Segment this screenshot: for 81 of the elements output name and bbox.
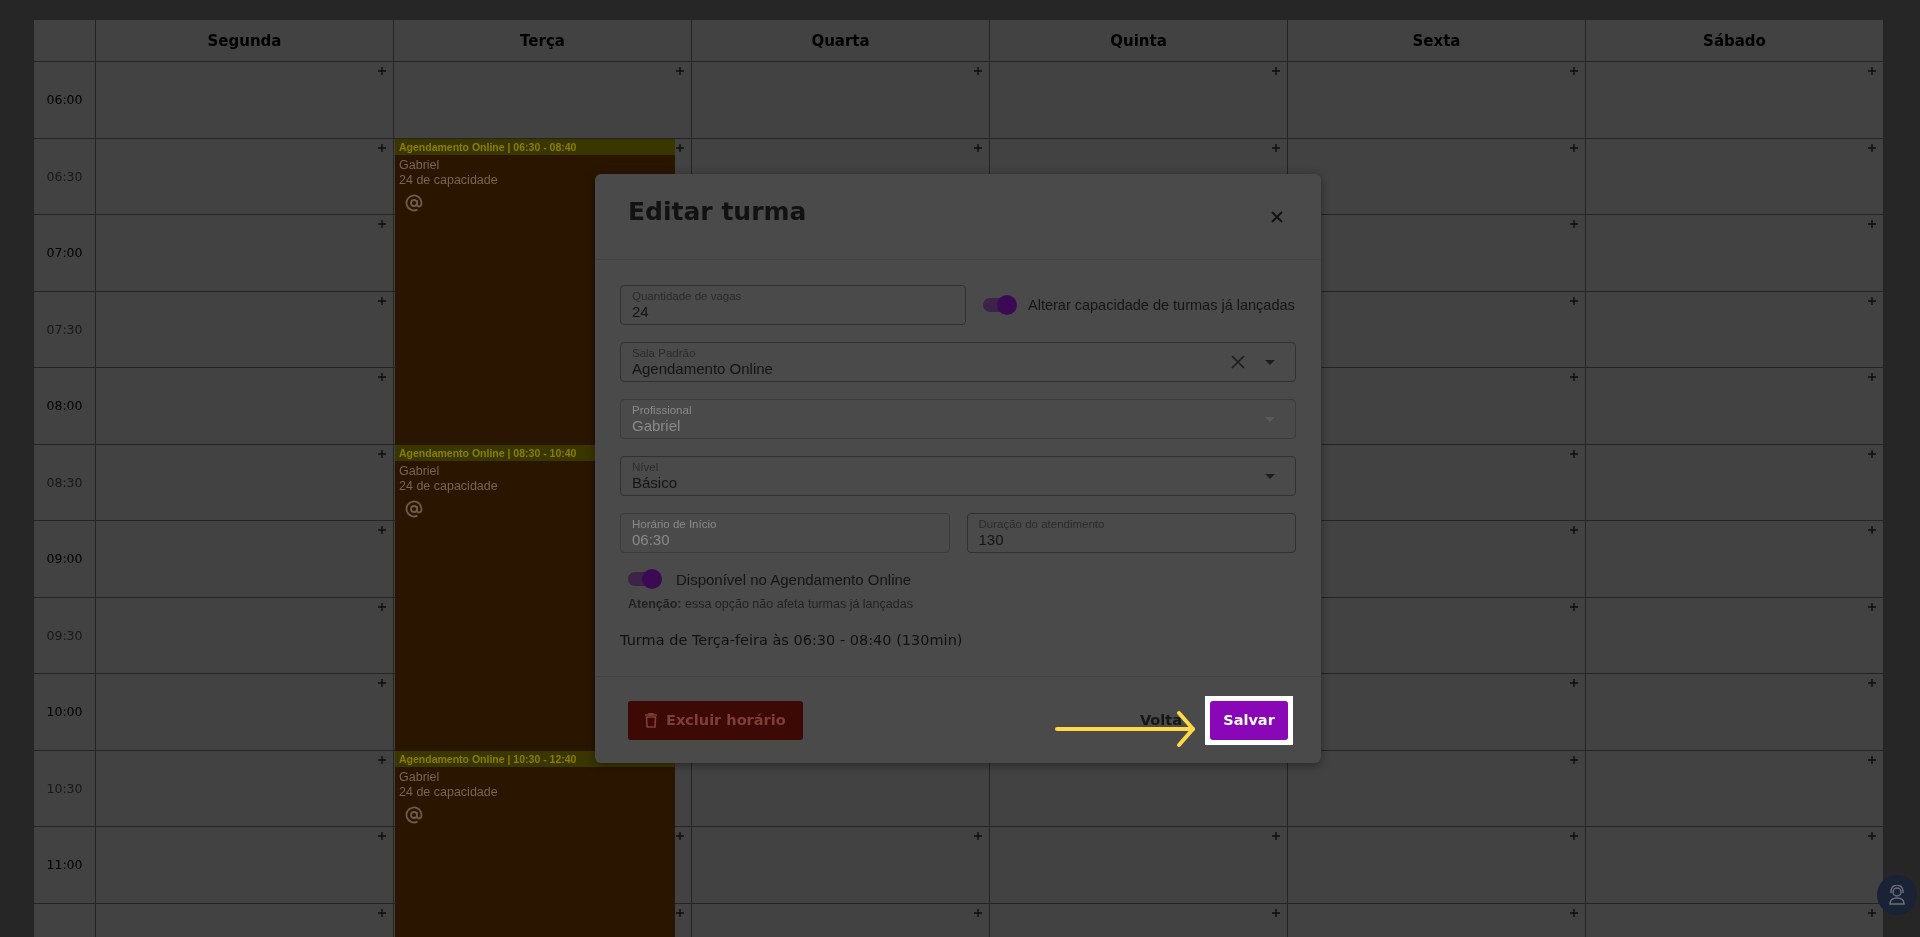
plus-icon[interactable] [1272,832,1280,840]
plus-icon[interactable] [676,143,684,152]
clear-icon[interactable] [1231,355,1245,369]
day-header: Quarta [811,31,870,50]
plus-icon[interactable] [1570,832,1578,840]
time-label: 09:00 [46,551,83,567]
plus-icon[interactable] [1570,908,1578,917]
plus-icon[interactable] [1570,143,1578,152]
time-label: 07:00 [46,245,83,261]
plus-icon[interactable] [1570,373,1578,381]
event-capacity: 24 de capacidade [399,478,498,493]
plus-icon[interactable] [1272,908,1280,917]
plus-icon[interactable] [974,143,982,152]
plus-icon[interactable] [1570,602,1578,611]
plus-icon[interactable] [1868,755,1876,764]
plus-icon[interactable] [1570,296,1578,305]
time-label: 11:00 [46,857,83,873]
plus-icon[interactable] [1868,908,1876,917]
toggle-switch[interactable] [628,568,662,590]
plus-icon[interactable] [378,449,386,458]
plus-icon[interactable] [1570,220,1578,228]
day-header: Terça [520,31,565,50]
plus-icon[interactable] [378,679,386,687]
caret-down-icon[interactable] [1265,473,1275,479]
plus-icon[interactable] [1868,67,1876,75]
caret-down-icon[interactable] [1265,359,1275,365]
plus-icon[interactable] [974,67,982,75]
time-label: 08:00 [46,398,83,414]
plus-icon[interactable] [378,602,386,611]
plus-icon[interactable] [676,832,684,840]
plus-icon[interactable] [1570,526,1578,534]
plus-icon[interactable] [676,67,684,75]
plus-icon[interactable] [1272,67,1280,75]
save-button[interactable]: Salvar [1210,700,1288,740]
plus-icon[interactable] [378,526,386,534]
plus-icon[interactable] [974,832,982,840]
plus-icon[interactable] [378,143,386,152]
plus-icon[interactable] [378,220,386,228]
day-header: Segunda [207,31,282,50]
support-button[interactable] [1877,875,1917,915]
day-header: Sábado [1703,31,1766,50]
plus-icon[interactable] [1868,832,1876,840]
event-title: Agendamento Online | 08:30 - 10:40 [399,446,577,459]
day-header: Sexta [1412,31,1461,50]
event-capacity: 24 de capacidade [399,172,498,187]
time-label: 10:00 [46,704,83,720]
plus-icon[interactable] [378,908,386,917]
plus-icon[interactable] [676,908,684,917]
event-professional: Gabriel [399,769,440,784]
delete-button[interactable]: Excluir horário [628,700,803,740]
plus-icon[interactable] [1570,679,1578,687]
plus-icon[interactable] [378,755,386,764]
time-label: 06:00 [46,92,83,108]
event-professional: Gabriel [399,157,440,172]
plus-icon[interactable] [1868,220,1876,228]
plus-icon[interactable] [1868,143,1876,152]
plus-icon[interactable] [378,296,386,305]
plus-icon[interactable] [974,908,982,917]
plus-icon[interactable] [1868,679,1876,687]
plus-icon[interactable] [1570,755,1578,764]
plus-icon[interactable] [1868,449,1876,458]
plus-icon[interactable] [378,373,386,381]
event-capacity: 24 de capacidade [399,784,498,799]
plus-icon[interactable] [1272,143,1280,152]
event-title: Agendamento Online | 10:30 - 12:40 [399,752,577,765]
plus-icon[interactable] [1570,449,1578,458]
plus-icon[interactable] [1868,296,1876,305]
day-header: Quinta [1110,31,1167,50]
plus-icon[interactable] [1868,602,1876,611]
plus-icon[interactable] [1570,67,1578,75]
support-agent-icon [1888,885,1906,905]
plus-icon[interactable] [378,67,386,75]
plus-icon[interactable] [1868,373,1876,381]
event-professional: Gabriel [399,463,440,478]
event-title: Agendamento Online | 06:30 - 08:40 [399,140,577,153]
plus-icon[interactable] [1868,526,1876,534]
toggle-switch[interactable] [983,294,1017,316]
plus-icon[interactable] [378,832,386,840]
trash-icon [645,712,657,728]
class-event[interactable]: Agendamento Online | 10:30 - 12:40 Gabriel 24 de capacidade [395,750,675,937]
close-icon[interactable] [1271,210,1283,223]
